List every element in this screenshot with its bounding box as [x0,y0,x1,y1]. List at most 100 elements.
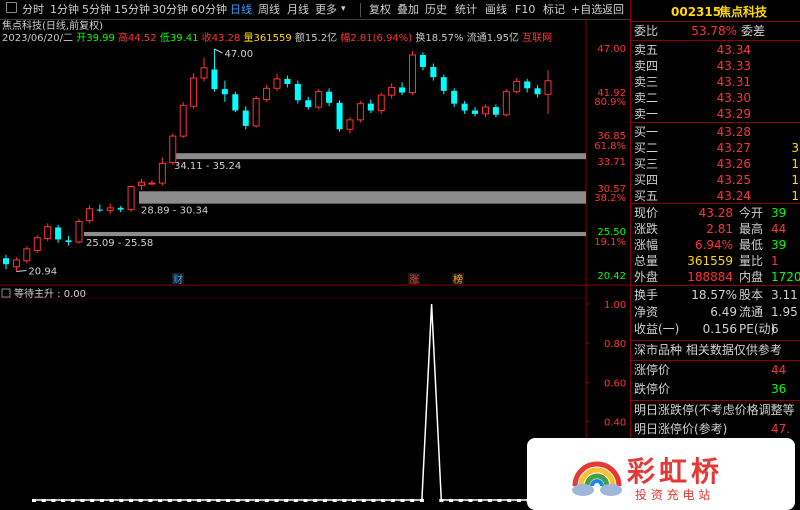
fund-label: 净资 [634,305,659,319]
support-zone-band [139,191,586,204]
limit-row: 涨停价 44 [631,361,800,379]
watermark-logo: 彩虹桥 投 资 充 电 站 [527,438,795,510]
candle-body-up [200,67,208,79]
limit-row: 跌停价 36 [631,380,800,398]
limit-value: 44 [771,363,787,377]
candle-body-down [232,94,239,111]
kline-chart[interactable]: 34.11 - 35.24 28.89 - 30.34 25.09 - 25.58 4… [0,0,630,510]
candle-body-up [481,106,489,115]
ask-row[interactable]: 卖一 43.29 [631,105,800,123]
weibi-value: 53.78% [691,24,737,38]
indicator-point [128,499,133,502]
indicator-point [458,499,463,502]
candle-body-up [409,54,416,94]
price-tick-label: 20.42 [597,271,626,282]
candle-body-down [221,89,228,95]
tomorrow-value: 47. [771,422,791,436]
indicator-point [284,499,289,502]
candle-body-up [273,78,281,89]
tomorrow-label: 明日涨停价(参考) [634,422,728,436]
indicator-point [439,499,444,502]
candle-body-down [440,77,447,91]
price-tick-label: 33.71 [597,157,626,168]
stat-label: 内盘 [739,270,764,284]
support-zone-label: 25.09 - 25.58 [86,238,153,249]
candle-body-up [513,80,521,93]
price-tick-label: 61.8% [594,141,626,152]
candle-body-down [305,100,312,108]
limit-label: 跌停价 [634,382,671,396]
limit-label: 涨停价 [634,363,671,377]
indicator-point [332,499,337,502]
candle-body-down [242,110,249,126]
indicator-point [32,499,36,502]
indicator-point [342,499,347,502]
candle-body-up [388,86,396,96]
candle-body-down [472,110,479,114]
indicator-title: 等待主升 : 0.00 [14,287,86,300]
stat-value: 1720 [771,270,800,284]
candle-body-up [346,119,354,130]
weibi-label: 委比 [634,24,659,38]
candle-body-down [294,84,301,101]
indicator-point [245,499,250,502]
indicator-point [167,499,172,502]
indicator-point [80,499,85,502]
candle-body-up [179,104,187,137]
indicator-point [516,499,521,502]
indicator-point [497,499,502,502]
candle-body-up [544,80,552,95]
market-note-text: 深市品种 相关数据仅供参考 [634,343,782,357]
stat-value: 188884 [687,270,733,284]
candle-body-down [534,88,541,95]
indicator-point [138,499,143,502]
fundamental-row: 换手 18.57% 股本 3.11 [631,286,800,304]
event-marker: 财 [173,273,183,286]
market-note: 深市品种 相关数据仅供参考 [631,341,800,359]
candle-body-down [430,66,437,78]
indicator-tick-label: 1.00 [604,300,626,311]
price-tick-label: 80.9% [594,97,626,108]
indicator-point [487,499,492,502]
candle-body-up [356,103,364,121]
indicator-point [206,499,211,502]
candle-body-down [451,90,458,104]
candle-body-down [524,81,531,89]
candle-body-down [367,103,374,111]
indicator-point [41,499,46,502]
quote-panel: 002315 焦点科技 委比 53.78% 委差 卖五 43.34 卖四 43.33 卖… [630,0,800,510]
fund-value: 6 [771,322,779,336]
stock-header: 002315 焦点科技 [631,3,800,21]
indicator-point [264,499,269,502]
fund-label: PE(动) [739,322,776,336]
support-zone-label: 28.89 - 30.34 [141,206,208,217]
watermark-title: 彩虹桥 [627,455,724,488]
indicator-point [61,499,66,502]
fund-label: 流通 [739,305,764,319]
level-label: 卖一 [634,107,659,121]
indicator-point [109,499,114,502]
indicator-point [196,499,201,502]
indicator-point [390,499,395,502]
indicator-point [478,499,483,502]
indicator-point [468,499,473,502]
candle-body-down [399,87,406,93]
candle-body-up [106,207,114,211]
indicator-point [507,499,512,502]
stat-row: 外盘 188884 内盘 1720 [631,268,800,286]
fund-value: 6.49 [710,305,737,319]
support-zone-label: 34.11 - 35.24 [174,161,241,172]
candle-body-down [419,54,426,67]
fund-label: 换手 [634,288,659,302]
indicator-point [99,499,104,502]
candle-body-up [138,181,145,187]
event-marker: 涨 [409,274,419,286]
indicator-point [225,499,230,502]
candle-body-up [502,91,510,116]
indicator-line [34,303,548,501]
candle-body-up [158,162,166,184]
indicator-point [70,499,75,502]
candle-body-up [190,77,198,107]
candle-body-down [211,69,218,90]
high-pointer [214,48,223,54]
